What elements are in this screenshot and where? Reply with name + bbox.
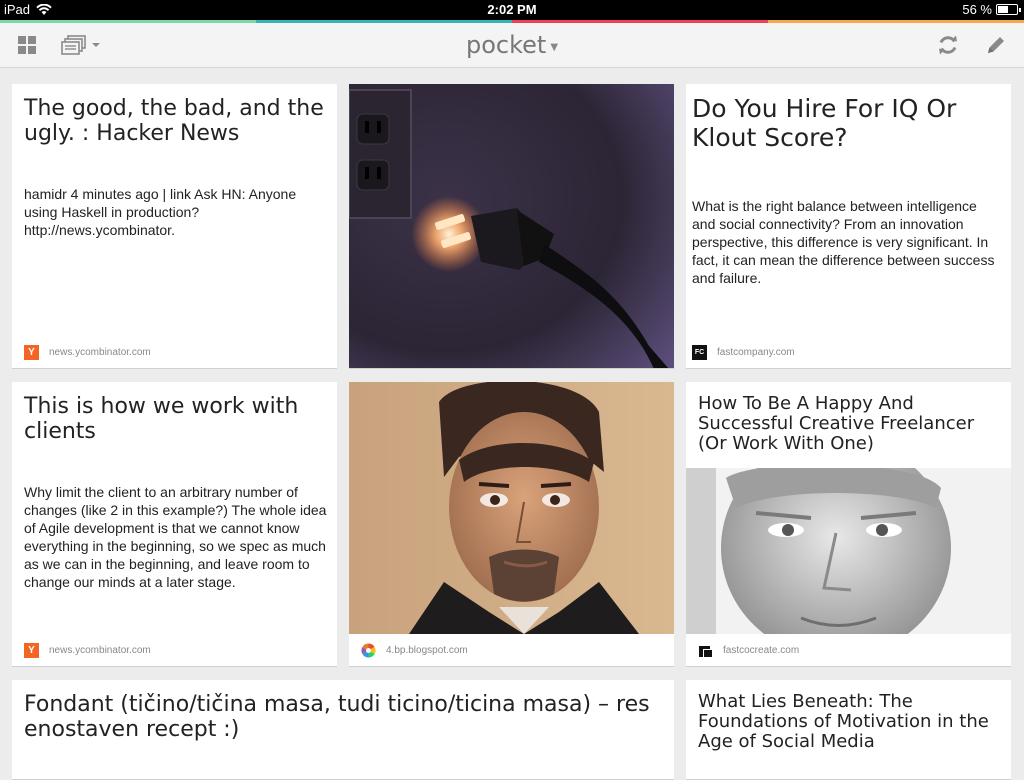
article-title: What Lies Beneath: The Foundations of Mo… bbox=[698, 691, 989, 752]
status-time: 2:02 PM bbox=[487, 2, 537, 17]
article-card[interactable] bbox=[349, 84, 674, 369]
article-excerpt: Why limit the client to an arbitrary num… bbox=[24, 484, 327, 590]
portrait-photo bbox=[349, 382, 674, 634]
source-domain: fastcocreate.com bbox=[723, 645, 800, 656]
picasa-icon bbox=[361, 643, 376, 658]
status-bar: iPad 2:02 PM 56 % bbox=[0, 0, 1024, 20]
article-card[interactable]: The good, the bad, and the ugly. : Hacke… bbox=[12, 84, 337, 369]
battery-percent: 56 % bbox=[962, 2, 992, 17]
chevron-down-icon bbox=[92, 43, 100, 47]
article-card[interactable]: 4.bp.blogspot.com bbox=[349, 382, 674, 667]
article-card[interactable]: What Lies Beneath: The Foundations of Mo… bbox=[686, 680, 1011, 780]
article-source: 4.bp.blogspot.com bbox=[361, 643, 468, 658]
app-title: pocket bbox=[465, 31, 547, 59]
article-title: The good, the bad, and the ugly. : Hacke… bbox=[24, 96, 324, 146]
source-domain: 4.bp.blogspot.com bbox=[386, 645, 468, 656]
article-source: Y news.ycombinator.com bbox=[24, 643, 151, 658]
chevron-down-icon: ▼ bbox=[550, 41, 559, 53]
battery-icon bbox=[996, 4, 1021, 15]
edit-button[interactable] bbox=[984, 33, 1008, 57]
refresh-button[interactable] bbox=[936, 33, 960, 57]
source-domain: fastcompany.com bbox=[717, 347, 795, 358]
pencil-icon bbox=[988, 37, 1004, 53]
grid-view-button[interactable] bbox=[16, 33, 38, 57]
status-right: 56 % bbox=[962, 2, 1021, 17]
source-domain: news.ycombinator.com bbox=[49, 347, 151, 358]
article-card[interactable]: How To Be A Happy And Successful Creativ… bbox=[686, 382, 1011, 667]
article-title: This is how we work with clients bbox=[24, 394, 299, 444]
article-source: FC fastcompany.com bbox=[692, 345, 795, 360]
app-title-menu[interactable]: pocket ▼ bbox=[430, 29, 594, 61]
article-excerpt: hamidr 4 minutes ago | link Ask HN: Anyo… bbox=[24, 186, 297, 238]
hacker-news-icon: Y bbox=[24, 345, 39, 360]
article-card[interactable]: Do You Hire For IQ Or Klout Score? What … bbox=[686, 84, 1011, 369]
toolbar: pocket ▼ bbox=[0, 23, 1024, 68]
battery-fill bbox=[998, 6, 1009, 13]
fast-co-create-icon bbox=[698, 643, 713, 658]
power-plug-photo bbox=[349, 84, 674, 368]
grid-icon bbox=[18, 36, 36, 54]
article-source: fastcocreate.com bbox=[698, 643, 799, 658]
list-filter-button[interactable] bbox=[60, 33, 102, 57]
bw-portrait-photo bbox=[686, 468, 1011, 634]
hacker-news-icon: Y bbox=[24, 643, 39, 658]
fast-company-icon: FC bbox=[692, 345, 707, 360]
stack-icon bbox=[61, 35, 86, 55]
article-card[interactable]: Fondant (tičino/tičina masa, tudi ticino… bbox=[12, 680, 674, 780]
article-excerpt: What is the right balance between intell… bbox=[692, 198, 995, 286]
article-title: How To Be A Happy And Successful Creativ… bbox=[698, 393, 975, 454]
article-title: Do You Hire For IQ Or Klout Score? bbox=[692, 94, 957, 152]
article-card[interactable]: This is how we work with clients Why lim… bbox=[12, 382, 337, 667]
article-source: Y news.ycombinator.com bbox=[24, 345, 151, 360]
source-domain: news.ycombinator.com bbox=[49, 645, 151, 656]
article-title: Fondant (tičino/tičina masa, tudi ticino… bbox=[24, 692, 650, 742]
refresh-icon bbox=[939, 35, 957, 55]
